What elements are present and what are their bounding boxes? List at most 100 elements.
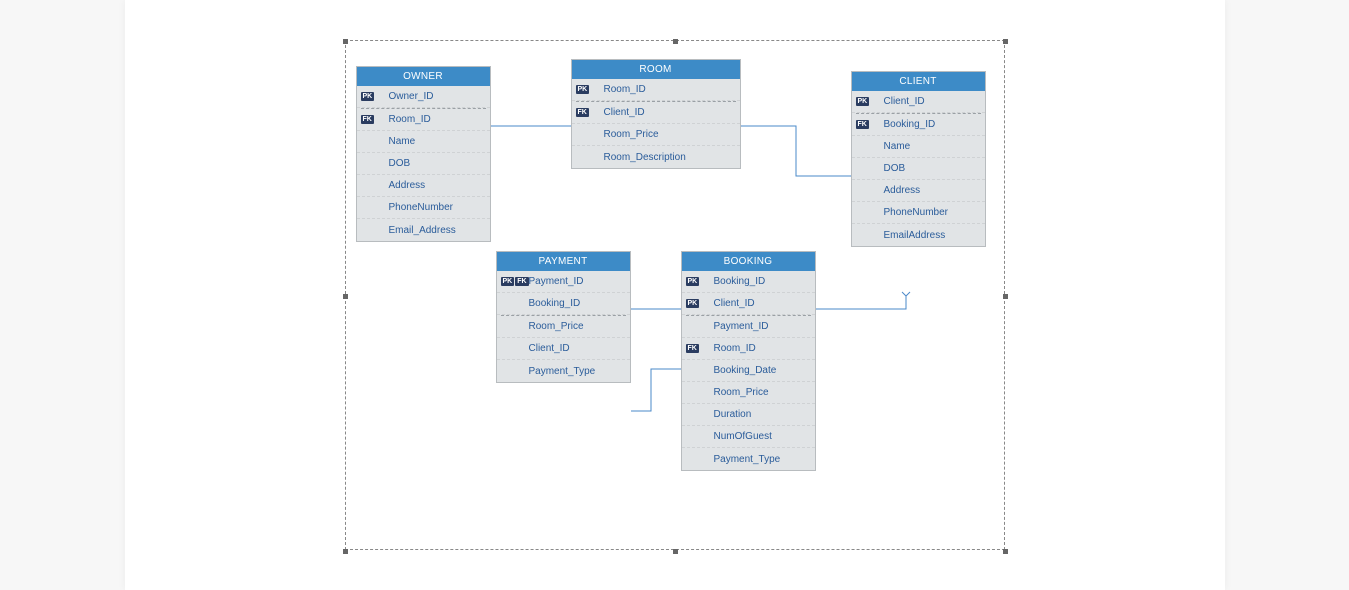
attribute-row[interactable]: PhoneNumber (357, 197, 490, 219)
key-column: FK (686, 344, 714, 353)
attribute-row[interactable]: Address (357, 175, 490, 197)
attribute-name: Booking_ID (884, 119, 936, 130)
attribute-row[interactable]: DOB (852, 158, 985, 180)
attribute-row[interactable]: PhoneNumber (852, 202, 985, 224)
fk-badge: FK (686, 344, 699, 353)
attribute-name: PhoneNumber (884, 207, 948, 218)
attribute-name: Payment_Type (529, 366, 596, 377)
attribute-row[interactable]: Booking_ID (497, 293, 630, 315)
attribute-row[interactable]: Room_Price (497, 316, 630, 338)
entity-owner[interactable]: OWNERPKOwner_IDFKRoom_IDNameDOBAddressPh… (356, 66, 491, 242)
attribute-row[interactable]: DOB (357, 153, 490, 175)
attribute-row[interactable]: FK Booking_ID (852, 114, 985, 136)
attribute-name: Room_ID (604, 84, 646, 95)
attribute-row[interactable]: PK Owner_ID (357, 86, 490, 108)
attribute-row[interactable]: FK Room_ID (682, 338, 815, 360)
attribute-row[interactable]: PK Booking_ID (682, 271, 815, 293)
attribute-name: Client_ID (604, 107, 645, 118)
pk-badge: PK (856, 97, 870, 106)
attribute-row[interactable]: Client_ID (497, 338, 630, 360)
attribute-name: Room_Price (604, 129, 659, 140)
attribute-name: Booking_ID (529, 298, 581, 309)
pk-badge: PK (686, 299, 700, 308)
fk-badge: FK (576, 108, 589, 117)
key-column: PK (576, 85, 604, 94)
attribute-row[interactable]: Name (357, 131, 490, 153)
attribute-name: Booking_ID (714, 276, 766, 287)
diagram-canvas[interactable]: OWNERPKOwner_IDFKRoom_IDNameDOBAddressPh… (345, 40, 1005, 550)
attribute-name: Room_Price (714, 387, 769, 398)
attribute-row[interactable]: Room_Price (572, 124, 740, 146)
fk-badge: FK (361, 115, 374, 124)
pk-badge: PK (576, 85, 590, 94)
attribute-name: Room_ID (389, 114, 431, 125)
attribute-row[interactable]: Email_Address (357, 219, 490, 241)
attribute-row[interactable]: FK Client_ID (572, 102, 740, 124)
attribute-name: DOB (884, 163, 906, 174)
attribute-name: Duration (714, 409, 752, 420)
attribute-row[interactable]: PK Client_ID (682, 293, 815, 315)
attribute-row[interactable]: FK Room_ID (357, 109, 490, 131)
pk-badge: PK (501, 277, 515, 286)
fk-badge: FK (856, 120, 869, 129)
attribute-name: DOB (389, 158, 411, 169)
attribute-row[interactable]: Name (852, 136, 985, 158)
key-column: PK (686, 299, 714, 308)
document-page: OWNERPKOwner_IDFKRoom_IDNameDOBAddressPh… (125, 0, 1225, 590)
entity-header: CLIENT (852, 72, 985, 91)
attribute-row[interactable]: Room_Description (572, 146, 740, 168)
selection-handle[interactable] (1003, 549, 1008, 554)
selection-handle[interactable] (343, 39, 348, 44)
selection-handle[interactable] (1003, 294, 1008, 299)
attribute-name: Email_Address (389, 225, 456, 236)
fk-badge: FK (515, 277, 528, 286)
attribute-name: Address (884, 185, 921, 196)
attribute-name: Payment_Type (714, 454, 781, 465)
attribute-name: PhoneNumber (389, 202, 453, 213)
selection-handle[interactable] (343, 549, 348, 554)
attribute-name: Payment_ID (529, 276, 584, 287)
attribute-row[interactable]: Payment_ID (682, 316, 815, 338)
attribute-name: Client_ID (529, 343, 570, 354)
selection-handle[interactable] (343, 294, 348, 299)
attribute-row[interactable]: Duration (682, 404, 815, 426)
attribute-row[interactable]: Room_Price (682, 382, 815, 404)
entity-payment[interactable]: PAYMENTPKFKPayment_IDBooking_IDRoom_Pric… (496, 251, 631, 383)
attribute-row[interactable]: PK Room_ID (572, 79, 740, 101)
attribute-name: Client_ID (884, 96, 925, 107)
entity-header: BOOKING (682, 252, 815, 271)
pk-badge: PK (361, 92, 375, 101)
attribute-name: Booking_Date (714, 365, 777, 376)
key-column: PKFK (501, 277, 529, 286)
attribute-row[interactable]: PK Client_ID (852, 91, 985, 113)
entity-room[interactable]: ROOM PK Room_ID FK Client_ID Room_Price Room_D… (571, 59, 741, 169)
attribute-row[interactable]: PKFKPayment_ID (497, 271, 630, 293)
attribute-name: Owner_ID (389, 91, 434, 102)
attribute-row[interactable]: NumOfGuest (682, 426, 815, 448)
key-column: FK (856, 120, 884, 129)
entity-header: ROOM (572, 60, 740, 79)
pk-badge: PK (686, 277, 700, 286)
selection-handle[interactable] (673, 39, 678, 44)
attribute-name: Payment_ID (714, 321, 769, 332)
key-column: FK (576, 108, 604, 117)
attribute-row[interactable]: EmailAddress (852, 224, 985, 246)
entity-header: PAYMENT (497, 252, 630, 271)
entity-client[interactable]: CLIENT PK Client_ID FK Booking_ID Name DOB Addr… (851, 71, 986, 247)
entity-booking[interactable]: BOOKING PK Booking_ID PK Client_ID Payment_ID… (681, 251, 816, 471)
attribute-name: Room_ID (714, 343, 756, 354)
attribute-name: Name (884, 141, 911, 152)
selection-handle[interactable] (1003, 39, 1008, 44)
attribute-name: EmailAddress (884, 230, 946, 241)
key-column: FK (361, 115, 389, 124)
attribute-name: Room_Price (529, 321, 584, 332)
attribute-name: Client_ID (714, 298, 755, 309)
selection-handle[interactable] (673, 549, 678, 554)
attribute-row[interactable]: Payment_Type (682, 448, 815, 470)
attribute-row[interactable]: Address (852, 180, 985, 202)
attribute-row[interactable]: Payment_Type (497, 360, 630, 382)
attribute-name: Name (389, 136, 416, 147)
attribute-row[interactable]: Booking_Date (682, 360, 815, 382)
attribute-name: Address (389, 180, 426, 191)
key-column: PK (686, 277, 714, 286)
